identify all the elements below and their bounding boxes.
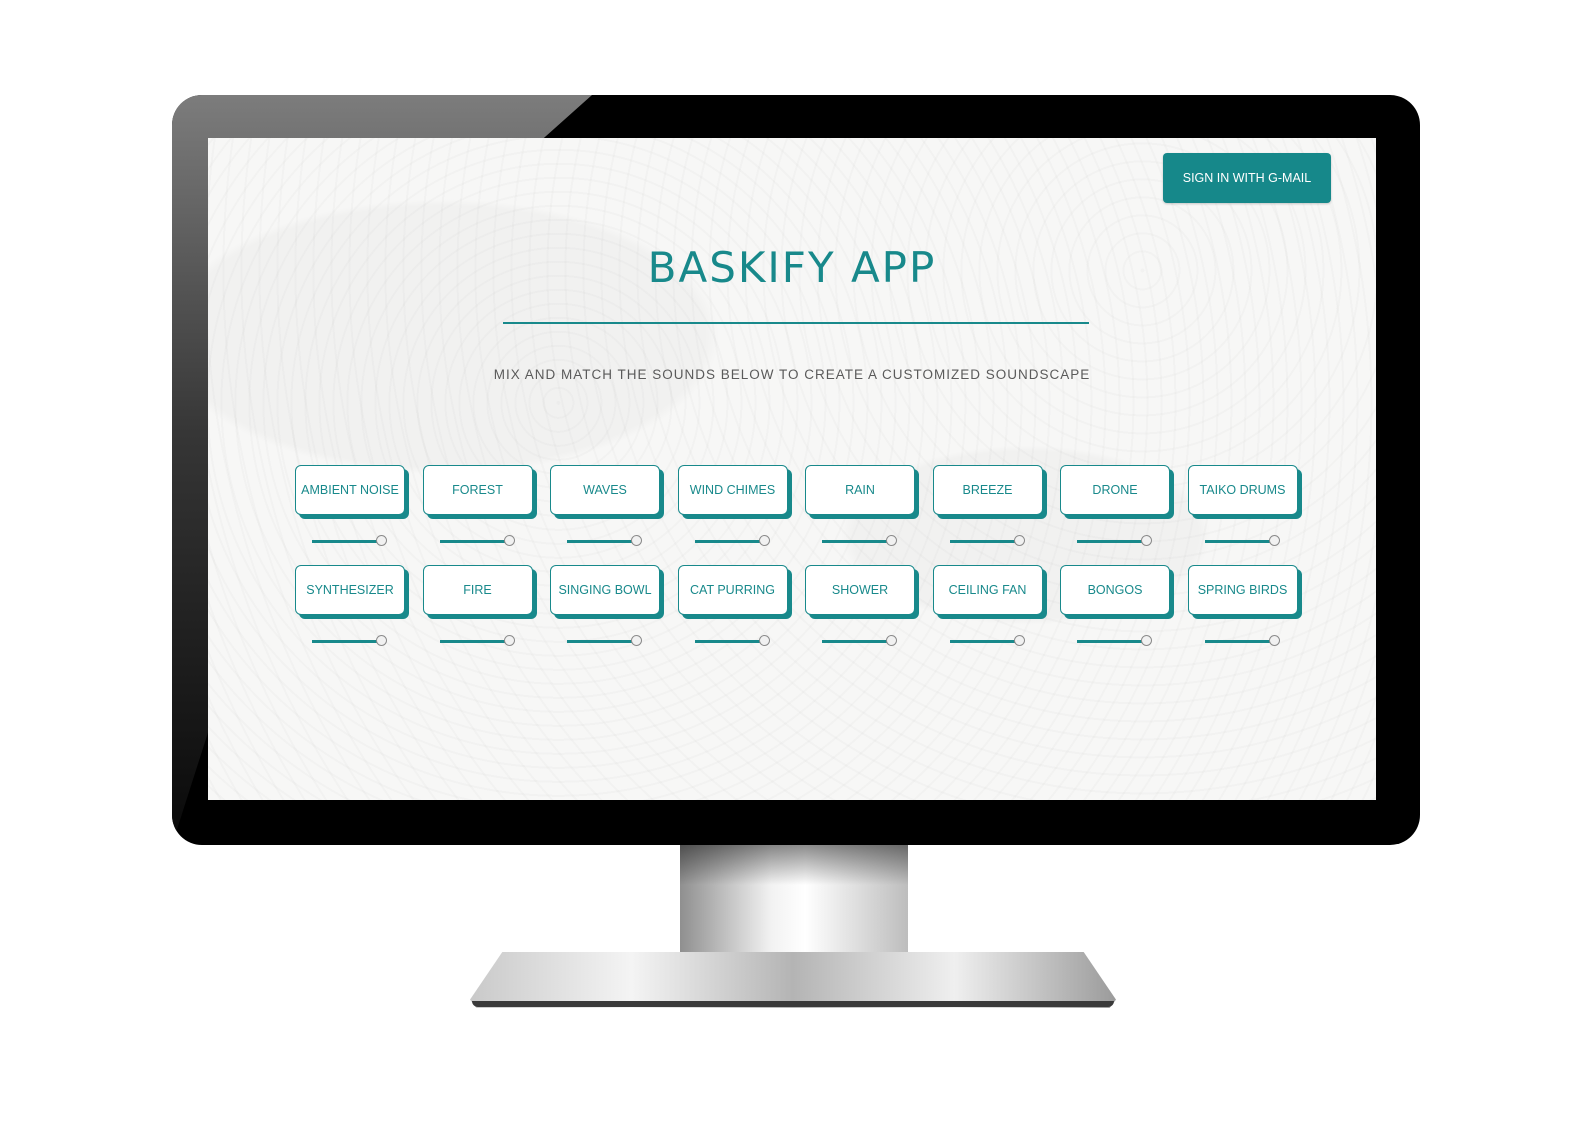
page-title: BASKIFY APP bbox=[647, 243, 937, 292]
volume-slider[interactable] bbox=[1204, 635, 1281, 649]
volume-slider-thumb[interactable] bbox=[758, 535, 770, 546]
sound-button[interactable]: SHOWER bbox=[805, 565, 915, 615]
volume-slider[interactable] bbox=[312, 635, 388, 649]
sound-button[interactable]: SPRING BIRDS bbox=[1187, 565, 1298, 615]
sound-button[interactable]: FIRE bbox=[422, 565, 533, 615]
sound-button[interactable]: BREEZE bbox=[932, 465, 1043, 515]
volume-slider[interactable] bbox=[1204, 535, 1281, 549]
volume-slider-thumb[interactable] bbox=[631, 535, 642, 546]
sound-button[interactable]: RAIN bbox=[805, 465, 915, 515]
volume-slider[interactable] bbox=[822, 535, 898, 549]
volume-slider[interactable] bbox=[439, 635, 516, 649]
volume-slider-thumb[interactable] bbox=[631, 635, 642, 646]
sound-button[interactable]: WIND CHIMES bbox=[677, 465, 788, 515]
sound-tile: FOREST bbox=[422, 465, 533, 546]
volume-slider-thumb[interactable] bbox=[1141, 535, 1152, 546]
volume-slider-thumb[interactable] bbox=[376, 635, 387, 646]
volume-slider-thumb[interactable] bbox=[1268, 635, 1280, 646]
sound-tile: AMBIENT NOISE bbox=[295, 465, 405, 546]
volume-slider-thumb[interactable] bbox=[376, 535, 387, 546]
volume-slider-track bbox=[822, 540, 890, 543]
volume-slider[interactable] bbox=[1077, 635, 1153, 649]
sound-tile: SYNTHESIZER bbox=[295, 565, 405, 646]
sound-button[interactable]: FOREST bbox=[422, 465, 533, 515]
sound-tile: SPRING BIRDS bbox=[1187, 565, 1298, 646]
sound-button[interactable]: BONGOS bbox=[1060, 565, 1170, 615]
title-divider bbox=[503, 322, 1089, 324]
volume-slider-thumb[interactable] bbox=[1013, 535, 1025, 546]
volume-slider-thumb[interactable] bbox=[1268, 535, 1280, 546]
volume-slider-track bbox=[439, 640, 508, 643]
volume-slider[interactable] bbox=[949, 535, 1026, 549]
sound-tile: RAIN bbox=[805, 465, 915, 546]
volume-slider-track bbox=[822, 640, 890, 643]
volume-slider[interactable] bbox=[1077, 535, 1153, 549]
sound-button[interactable]: CAT PURRING bbox=[677, 565, 788, 615]
sound-tile: WAVES bbox=[550, 465, 660, 546]
app-screen: SIGN IN WITH G-MAIL BASKIFY APP MIX AND … bbox=[208, 138, 1376, 800]
volume-slider[interactable] bbox=[694, 635, 771, 649]
monitor-stand-base bbox=[470, 952, 1116, 1008]
monitor-stand-base-edge bbox=[472, 1001, 1114, 1007]
volume-slider-track bbox=[567, 540, 635, 543]
sound-tile: SHOWER bbox=[805, 565, 915, 646]
sign-in-gmail-button[interactable]: SIGN IN WITH G-MAIL bbox=[1163, 153, 1331, 203]
page-subtitle: MIX AND MATCH THE SOUNDS BELOW TO CREATE… bbox=[493, 367, 1091, 382]
volume-slider-thumb[interactable] bbox=[503, 535, 515, 546]
volume-slider-thumb[interactable] bbox=[503, 635, 515, 646]
volume-slider[interactable] bbox=[694, 535, 771, 549]
sound-tile: TAIKO DRUMS bbox=[1187, 465, 1298, 546]
volume-slider[interactable] bbox=[949, 635, 1026, 649]
sound-button[interactable]: TAIKO DRUMS bbox=[1187, 465, 1298, 515]
volume-slider[interactable] bbox=[822, 635, 898, 649]
volume-slider-thumb[interactable] bbox=[886, 635, 897, 646]
sound-tile: SINGING BOWL bbox=[550, 565, 660, 646]
volume-slider-track bbox=[949, 540, 1018, 543]
volume-slider-thumb[interactable] bbox=[886, 535, 897, 546]
volume-slider-track bbox=[1077, 540, 1145, 543]
monitor-stand-shadow bbox=[680, 845, 908, 885]
volume-slider-thumb[interactable] bbox=[1141, 635, 1152, 646]
sound-tile: DRONE bbox=[1060, 465, 1170, 546]
volume-slider-thumb[interactable] bbox=[758, 635, 770, 646]
sound-tile: CAT PURRING bbox=[677, 565, 788, 646]
volume-slider-track bbox=[694, 540, 763, 543]
sound-grid: AMBIENT NOISE FOREST WAVES WIND CHIMES RAIN B… bbox=[295, 465, 1305, 646]
sound-button[interactable]: SINGING BOWL bbox=[550, 565, 660, 615]
volume-slider-track bbox=[312, 640, 380, 643]
volume-slider-track bbox=[312, 540, 380, 543]
sound-button[interactable]: WAVES bbox=[550, 465, 660, 515]
sound-tile: FIRE bbox=[422, 565, 533, 646]
sound-tile: CEILING FAN bbox=[932, 565, 1043, 646]
volume-slider-track bbox=[1204, 640, 1273, 643]
volume-slider[interactable] bbox=[567, 535, 643, 549]
volume-slider-track bbox=[439, 540, 508, 543]
volume-slider[interactable] bbox=[567, 635, 643, 649]
volume-slider-track bbox=[694, 640, 763, 643]
volume-slider-thumb[interactable] bbox=[1013, 635, 1025, 646]
sound-tile: BONGOS bbox=[1060, 565, 1170, 646]
volume-slider-track bbox=[1204, 540, 1273, 543]
sound-button[interactable]: AMBIENT NOISE bbox=[295, 465, 405, 515]
volume-slider-track bbox=[567, 640, 635, 643]
sound-button[interactable]: CEILING FAN bbox=[932, 565, 1043, 615]
volume-slider[interactable] bbox=[439, 535, 516, 549]
sound-button[interactable]: SYNTHESIZER bbox=[295, 565, 405, 615]
sound-tile: BREEZE bbox=[932, 465, 1043, 546]
volume-slider[interactable] bbox=[312, 535, 388, 549]
volume-slider-track bbox=[949, 640, 1018, 643]
sound-tile: WIND CHIMES bbox=[677, 465, 788, 546]
volume-slider-track bbox=[1077, 640, 1145, 643]
monitor-bezel: SIGN IN WITH G-MAIL BASKIFY APP MIX AND … bbox=[172, 95, 1420, 845]
sound-button[interactable]: DRONE bbox=[1060, 465, 1170, 515]
